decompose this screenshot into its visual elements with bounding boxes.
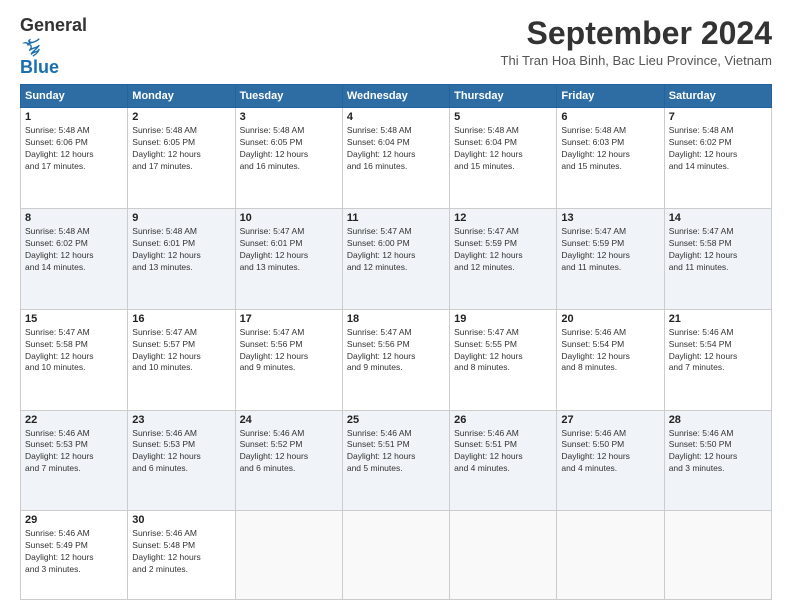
day-14: 14 Sunrise: 5:47 AMSunset: 5:58 PMDaylig… (664, 208, 771, 309)
day-9: 9 Sunrise: 5:48 AMSunset: 6:01 PMDayligh… (128, 208, 235, 309)
title-block: September 2024 Thi Tran Hoa Binh, Bac Li… (110, 16, 772, 68)
day-3: 3 Sunrise: 5:48 AMSunset: 6:05 PMDayligh… (235, 108, 342, 209)
week-row-5: 29 Sunrise: 5:46 AMSunset: 5:49 PMDaylig… (21, 511, 772, 600)
day-2: 2 Sunrise: 5:48 AMSunset: 6:05 PMDayligh… (128, 108, 235, 209)
day-1: 1 Sunrise: 5:48 AMSunset: 6:06 PMDayligh… (21, 108, 128, 209)
logo: General Blue (20, 16, 110, 78)
day-26: 26 Sunrise: 5:46 AMSunset: 5:51 PMDaylig… (450, 410, 557, 511)
col-tuesday: Tuesday (235, 85, 342, 108)
day-28: 28 Sunrise: 5:46 AMSunset: 5:50 PMDaylig… (664, 410, 771, 511)
day-25: 25 Sunrise: 5:46 AMSunset: 5:51 PMDaylig… (342, 410, 449, 511)
header: General Blue September 2024 Thi Tran Hoa… (20, 16, 772, 78)
col-saturday: Saturday (664, 85, 771, 108)
day-30: 30 Sunrise: 5:46 AMSunset: 5:48 PMDaylig… (128, 511, 235, 600)
col-monday: Monday (128, 85, 235, 108)
day-29: 29 Sunrise: 5:46 AMSunset: 5:49 PMDaylig… (21, 511, 128, 600)
col-friday: Friday (557, 85, 664, 108)
empty-2 (342, 511, 449, 600)
day-18: 18 Sunrise: 5:47 AMSunset: 5:56 PMDaylig… (342, 309, 449, 410)
day-6: 6 Sunrise: 5:48 AMSunset: 6:03 PMDayligh… (557, 108, 664, 209)
page: General Blue September 2024 Thi Tran Hoa… (0, 0, 792, 612)
empty-3 (450, 511, 557, 600)
day-7: 7 Sunrise: 5:48 AMSunset: 6:02 PMDayligh… (664, 108, 771, 209)
col-wednesday: Wednesday (342, 85, 449, 108)
day-16: 16 Sunrise: 5:47 AMSunset: 5:57 PMDaylig… (128, 309, 235, 410)
day-22: 22 Sunrise: 5:46 AMSunset: 5:53 PMDaylig… (21, 410, 128, 511)
day-5: 5 Sunrise: 5:48 AMSunset: 6:04 PMDayligh… (450, 108, 557, 209)
day-10: 10 Sunrise: 5:47 AMSunset: 6:01 PMDaylig… (235, 208, 342, 309)
day-11: 11 Sunrise: 5:47 AMSunset: 6:00 PMDaylig… (342, 208, 449, 309)
day-13: 13 Sunrise: 5:47 AMSunset: 5:59 PMDaylig… (557, 208, 664, 309)
day-20: 20 Sunrise: 5:46 AMSunset: 5:54 PMDaylig… (557, 309, 664, 410)
empty-4 (557, 511, 664, 600)
week-row-3: 15 Sunrise: 5:47 AMSunset: 5:58 PMDaylig… (21, 309, 772, 410)
month-title: September 2024 (110, 16, 772, 51)
col-thursday: Thursday (450, 85, 557, 108)
empty-5 (664, 511, 771, 600)
week-row-1: 1 Sunrise: 5:48 AMSunset: 6:06 PMDayligh… (21, 108, 772, 209)
week-row-4: 22 Sunrise: 5:46 AMSunset: 5:53 PMDaylig… (21, 410, 772, 511)
day-24: 24 Sunrise: 5:46 AMSunset: 5:52 PMDaylig… (235, 410, 342, 511)
calendar: Sunday Monday Tuesday Wednesday Thursday… (20, 84, 772, 600)
day-12: 12 Sunrise: 5:47 AMSunset: 5:59 PMDaylig… (450, 208, 557, 309)
day-21: 21 Sunrise: 5:46 AMSunset: 5:54 PMDaylig… (664, 309, 771, 410)
day-17: 17 Sunrise: 5:47 AMSunset: 5:56 PMDaylig… (235, 309, 342, 410)
week-row-2: 8 Sunrise: 5:48 AMSunset: 6:02 PMDayligh… (21, 208, 772, 309)
day-15: 15 Sunrise: 5:47 AMSunset: 5:58 PMDaylig… (21, 309, 128, 410)
day-4: 4 Sunrise: 5:48 AMSunset: 6:04 PMDayligh… (342, 108, 449, 209)
logo-general-text: General (20, 15, 87, 35)
col-sunday: Sunday (21, 85, 128, 108)
day-23: 23 Sunrise: 5:46 AMSunset: 5:53 PMDaylig… (128, 410, 235, 511)
logo-blue-text: Blue (20, 57, 59, 77)
day-27: 27 Sunrise: 5:46 AMSunset: 5:50 PMDaylig… (557, 410, 664, 511)
day-19: 19 Sunrise: 5:47 AMSunset: 5:55 PMDaylig… (450, 309, 557, 410)
logo-bird-icon (20, 36, 42, 58)
day-8: 8 Sunrise: 5:48 AMSunset: 6:02 PMDayligh… (21, 208, 128, 309)
calendar-header-row: Sunday Monday Tuesday Wednesday Thursday… (21, 85, 772, 108)
location: Thi Tran Hoa Binh, Bac Lieu Province, Vi… (110, 53, 772, 68)
empty-1 (235, 511, 342, 600)
